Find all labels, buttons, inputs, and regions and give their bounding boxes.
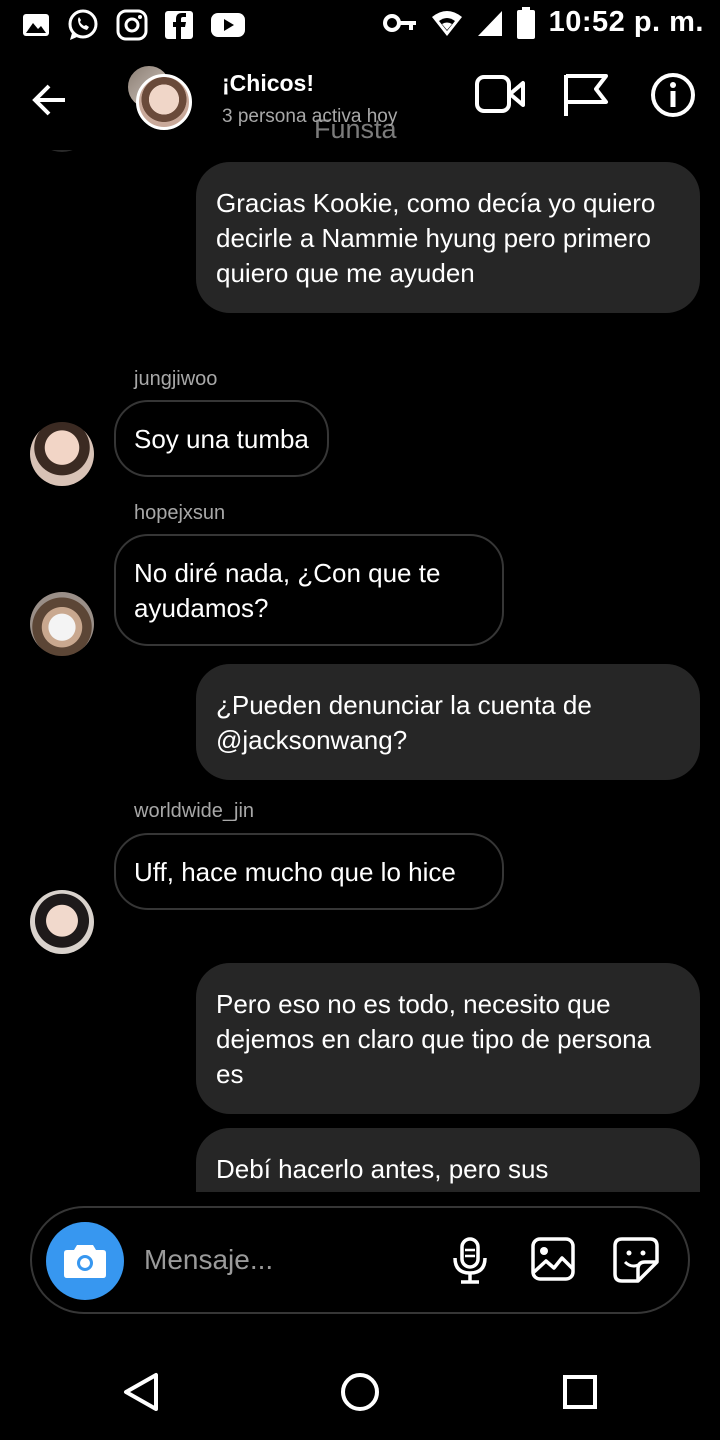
avatar[interactable] — [30, 890, 94, 954]
clock: 10:52 p. m. — [548, 6, 704, 38]
system-status: 10:52 p. m. — [382, 6, 704, 39]
message-list[interactable]: Gracias Kookie, como decía yo quiero dec… — [0, 150, 720, 1192]
facebook-icon — [164, 10, 194, 40]
active-status: 3 persona activa hoy — [222, 106, 398, 127]
avatar — [40, 150, 84, 152]
chat-header: Funsta ¡Chicos! 3 persona activa hoy — [0, 50, 720, 150]
incoming-message[interactable]: Uff, hace mucho que lo hice — [114, 833, 504, 910]
youtube-icon — [210, 11, 246, 39]
outgoing-message[interactable]: Debí hacerlo antes, pero sus — [196, 1128, 700, 1192]
outgoing-message[interactable]: Gracias Kookie, como decía yo quiero dec… — [196, 162, 700, 313]
notification-icons — [22, 8, 246, 42]
chat-title[interactable]: ¡Chicos! — [222, 70, 314, 97]
image-icon — [531, 1237, 575, 1281]
video-camera-icon — [475, 75, 525, 113]
sender-name: hopejxsun — [134, 502, 226, 524]
instagram-icon — [116, 9, 148, 41]
message-composer — [30, 1206, 690, 1314]
triangle-back-icon — [124, 1373, 158, 1411]
outgoing-message[interactable]: ¿Pueden denunciar la cuenta de @jacksonw… — [196, 664, 700, 780]
nav-recents-button[interactable] — [562, 1372, 598, 1417]
info-button[interactable] — [650, 72, 696, 123]
sticker-icon — [613, 1237, 659, 1283]
status-bar: 10:52 p. m. — [0, 0, 720, 50]
battery-icon — [516, 6, 535, 39]
circle-home-icon — [341, 1373, 379, 1411]
microphone-icon — [453, 1237, 487, 1284]
system-navigation-bar — [0, 1344, 720, 1440]
signal-icon — [477, 9, 503, 37]
avatar[interactable] — [30, 422, 94, 486]
report-button[interactable] — [560, 72, 610, 123]
gallery-notification-icon — [22, 11, 50, 39]
info-icon — [651, 73, 695, 117]
camera-icon — [64, 1245, 106, 1278]
voice-message-button[interactable] — [450, 1236, 490, 1291]
key-icon — [382, 11, 417, 35]
avatar[interactable] — [30, 592, 94, 656]
sender-name: worldwide_jin — [134, 800, 255, 822]
incoming-message[interactable]: No diré nada, ¿Con que te ayudamos? — [114, 534, 504, 646]
gallery-button[interactable] — [530, 1236, 576, 1287]
arrow-left-icon — [32, 84, 65, 116]
sender-name: jungjiwoo — [134, 368, 218, 390]
camera-button[interactable] — [46, 1222, 124, 1300]
avatar — [136, 74, 192, 130]
nav-home-button[interactable] — [340, 1372, 380, 1417]
sticker-button[interactable] — [612, 1236, 660, 1289]
nav-back-button[interactable] — [122, 1372, 160, 1417]
video-call-button[interactable] — [474, 72, 526, 121]
flag-icon — [564, 74, 608, 116]
group-avatar[interactable] — [126, 64, 196, 134]
back-button[interactable] — [30, 80, 70, 120]
incoming-message[interactable]: Soy una tumba — [114, 400, 329, 477]
square-recents-icon — [563, 1375, 597, 1409]
wifi-icon — [431, 9, 463, 37]
message-input[interactable] — [144, 1238, 434, 1282]
outgoing-message[interactable]: Pero eso no es todo, necesito que dejemo… — [196, 963, 700, 1114]
whatsapp-icon — [66, 8, 100, 42]
